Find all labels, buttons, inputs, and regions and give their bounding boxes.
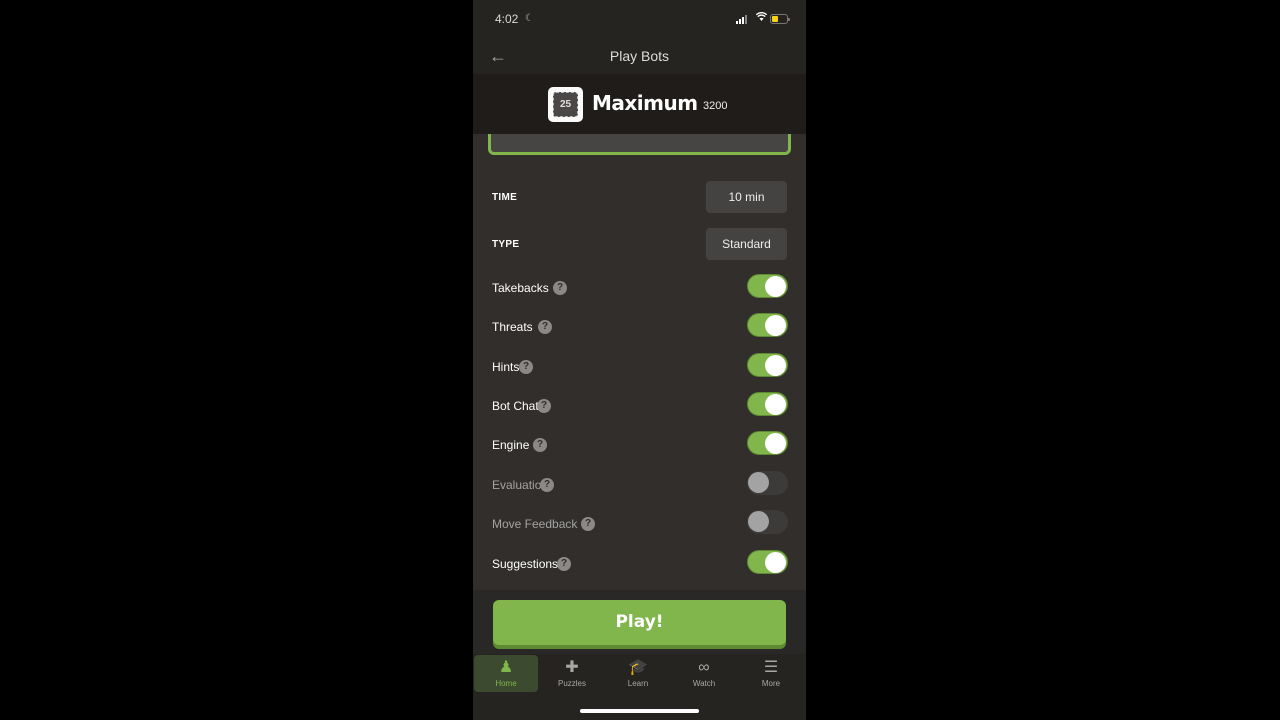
hamburger-menu-icon: ☰: [763, 659, 779, 676]
tab-more[interactable]: ☰ More: [739, 655, 803, 692]
tab-label-more: More: [761, 679, 781, 688]
moon-icon: ☾: [525, 13, 534, 24]
wifi-icon: [755, 12, 768, 24]
toggle-hints[interactable]: [747, 353, 788, 377]
time-label: TIME: [492, 192, 518, 203]
toggle-row-threats: Threats?: [473, 313, 806, 343]
home-indicator: [580, 709, 699, 713]
toggle-bot-chat[interactable]: [747, 392, 788, 416]
status-time: 4:02: [495, 12, 519, 26]
play-button[interactable]: Play!: [493, 600, 786, 645]
toggle-knob: [765, 433, 786, 454]
toggle-suggestions[interactable]: [747, 550, 788, 574]
toggle-engine[interactable]: [747, 431, 788, 455]
tab-label-learn: Learn: [627, 679, 649, 688]
toggle-knob: [765, 355, 786, 376]
toggle-row-takebacks: Takebacks?: [473, 274, 806, 304]
help-icon[interactable]: ?: [581, 517, 595, 531]
tab-label-home: Home: [495, 679, 517, 688]
phone-screen: 4:02 ☾ ← Play Bots 25 Maximum 3200 TIME …: [473, 0, 806, 720]
tab-home[interactable]: ♟ Home: [474, 655, 538, 692]
toggle-row-evaluation: Evaluation?: [473, 471, 806, 501]
battery-icon: [770, 14, 790, 24]
toggle-move-feedback[interactable]: [747, 510, 788, 534]
help-icon[interactable]: ?: [553, 281, 567, 295]
toggle-knob: [748, 511, 769, 532]
toggle-knob: [765, 276, 786, 297]
binoculars-icon: ∞: [698, 659, 710, 676]
toggle-label-threats: Threats: [492, 320, 533, 334]
bot-rating: 3200: [703, 100, 728, 112]
help-icon[interactable]: ?: [538, 320, 552, 334]
tab-puzzles[interactable]: ✚ Puzzles: [540, 655, 604, 692]
toggle-label-move-feedback: Move Feedback: [492, 517, 578, 531]
toggle-knob: [765, 552, 786, 573]
toggle-evaluation[interactable]: [747, 471, 788, 495]
toggle-takebacks[interactable]: [747, 274, 788, 298]
help-icon[interactable]: ?: [533, 438, 547, 452]
toggle-row-suggestions: Suggestions?: [473, 550, 806, 580]
toggle-label-takebacks: Takebacks: [492, 281, 549, 295]
toggle-label-engine: Engine: [492, 438, 530, 452]
time-select[interactable]: 10 min: [706, 181, 787, 213]
signal-icon: [736, 14, 750, 24]
page-title: Play Bots: [609, 48, 670, 64]
tab-bar: ♟ Home ✚ Puzzles 🎓 Learn ∞ Watch ☰ More: [473, 654, 806, 720]
type-select[interactable]: Standard: [706, 228, 787, 260]
nav-bar: ← Play Bots: [473, 40, 806, 74]
toggle-knob: [748, 472, 769, 493]
bot-chip-icon: 25: [553, 92, 578, 117]
help-icon[interactable]: ?: [540, 478, 554, 492]
bot-header: 25 Maximum 3200: [473, 74, 806, 134]
bot-avatar: 25: [548, 87, 583, 122]
help-icon[interactable]: ?: [557, 557, 571, 571]
play-area: Play!: [473, 590, 806, 654]
toggle-row-move-feedback: Move Feedback?: [473, 510, 806, 540]
type-label: TYPE: [492, 239, 520, 250]
status-bar: 4:02 ☾: [473, 0, 806, 40]
toggle-row-bot-chat: Bot Chat?: [473, 392, 806, 422]
graduation-cap-icon: 🎓: [628, 659, 648, 676]
tab-watch[interactable]: ∞ Watch: [672, 655, 736, 692]
puzzle-icon: ✚: [565, 659, 579, 676]
bot-name: Maximum: [592, 91, 698, 115]
toggle-row-hints: Hints?: [473, 353, 806, 383]
help-icon[interactable]: ?: [519, 360, 533, 374]
toggle-label-bot-chat: Bot Chat: [492, 399, 539, 413]
tab-learn[interactable]: 🎓 Learn: [606, 655, 670, 692]
toggle-knob: [765, 394, 786, 415]
toggle-label-suggestions: Suggestions: [492, 557, 559, 571]
toggle-row-engine: Engine?: [473, 431, 806, 461]
toggle-threats[interactable]: [747, 313, 788, 337]
tab-label-puzzles: Puzzles: [557, 679, 586, 688]
toggle-knob: [765, 315, 786, 336]
help-icon[interactable]: ?: [537, 399, 551, 413]
pawn-icon: ♟: [498, 659, 514, 676]
toggle-label-hints: Hints: [492, 360, 520, 374]
tab-label-watch: Watch: [692, 679, 716, 688]
